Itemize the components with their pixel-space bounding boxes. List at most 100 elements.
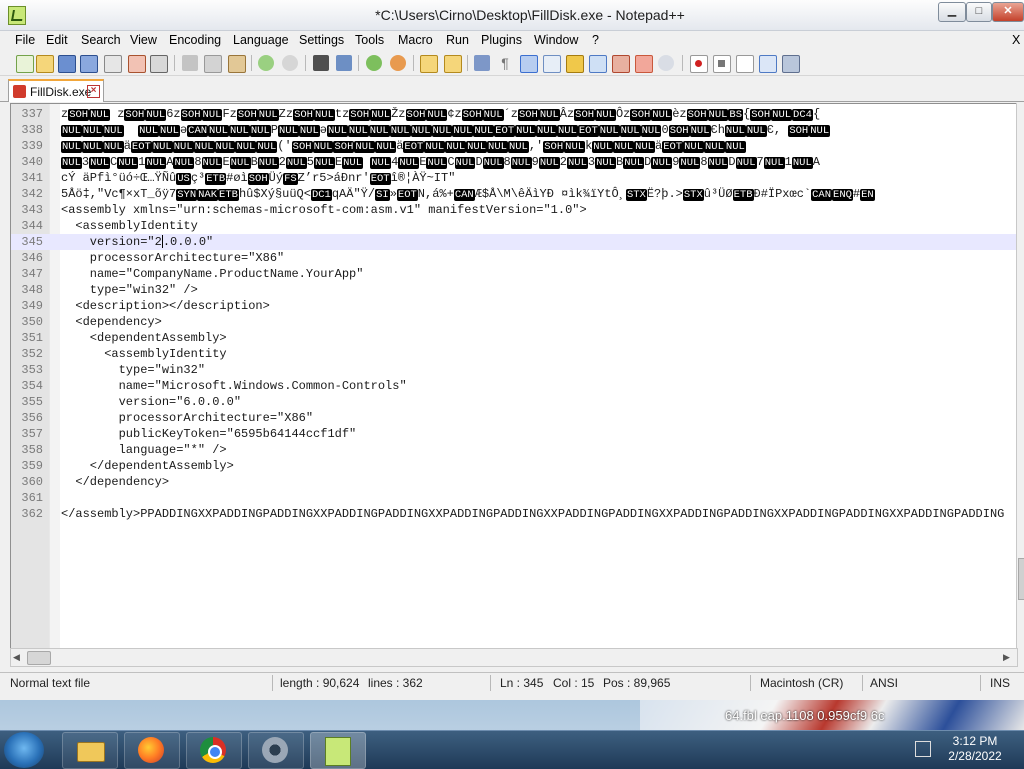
menu-view[interactable]: View: [130, 33, 157, 47]
line-text[interactable]: version="2.0.0.0": [61, 234, 213, 250]
line-text[interactable]: zSOH NUL zSOH NUL6zSOH NULFzSOH NULZzSOH NULt…: [61, 106, 820, 123]
redo-icon[interactable]: [282, 55, 298, 71]
code-line[interactable]: 344 <assemblyIdentity: [11, 218, 1017, 234]
code-line[interactable]: 342 5Åö‡,"Vc¶×xT_õÿ7SYN NAK ETBhû$Xý§uüQ<DC…: [11, 186, 1017, 202]
folder-as-workspace-icon[interactable]: [589, 55, 607, 73]
code-line[interactable]: 361: [11, 490, 1017, 506]
line-text[interactable]: <assembly xmlns="urn:schemas-microsoft-c…: [61, 202, 587, 218]
close-all-icon[interactable]: [128, 55, 146, 73]
line-text[interactable]: version="6.0.0.0": [61, 394, 241, 410]
firefox-icon[interactable]: [124, 732, 180, 769]
undo-icon[interactable]: [258, 55, 274, 71]
line-text[interactable]: 5Åö‡,"Vc¶×xT_õÿ7SYN NAK ETBhû$Xý§uüQ<DC1qA…: [61, 186, 875, 203]
code-line[interactable]: 337 zSOH NUL zSOH NUL6zSOH NULFzSOH NULZzSOH N…: [11, 106, 1017, 122]
line-text[interactable]: <dependentAssembly>: [61, 330, 227, 346]
line-text[interactable]: <assemblyIdentity: [61, 346, 226, 362]
copy-icon[interactable]: [204, 55, 222, 73]
line-text[interactable]: publicKeyToken="6595b64144ccf1df": [61, 426, 357, 442]
line-text[interactable]: cÝ äPfì°üó÷Œ…ŸÑûUSç³ETB#øìSOHÜýFSZ’r5>áÐ…: [61, 170, 455, 187]
line-text[interactable]: type="win32": [61, 362, 205, 378]
save-all-icon[interactable]: [80, 55, 98, 73]
close-button[interactable]: ✕: [992, 2, 1024, 22]
title-bar[interactable]: *C:\Users\Cirno\Desktop\FillDisk.exe - N…: [0, 0, 1024, 31]
code-line[interactable]: 346 processorArchitecture="X86": [11, 250, 1017, 266]
code-line[interactable]: 356 processorArchitecture="X86": [11, 410, 1017, 426]
find-icon[interactable]: [313, 55, 329, 71]
save-icon[interactable]: [58, 55, 76, 73]
sync-horizontal-icon[interactable]: [444, 55, 462, 73]
text-editor[interactable]: 337 zSOH NUL zSOH NUL6zSOH NULFzSOH NULZzSOH N…: [10, 103, 1018, 650]
file-explorer-icon[interactable]: [62, 732, 118, 769]
menu-macro[interactable]: Macro: [398, 33, 433, 47]
indent-guide-icon[interactable]: [520, 55, 538, 73]
scroll-right-icon[interactable]: ▶: [1003, 651, 1015, 663]
menu-encoding[interactable]: Encoding: [169, 33, 221, 47]
line-text[interactable]: <description></description>: [61, 298, 269, 314]
line-text[interactable]: name="CompanyName.ProductName.YourApp": [61, 266, 364, 282]
code-line[interactable]: 339 NUL NUL NULäEOT NUL NUL NUL NUL NUL NUL('SOH N…: [11, 138, 1017, 154]
function-list-icon[interactable]: [566, 55, 584, 73]
paste-icon[interactable]: [228, 55, 246, 73]
tab-close-icon[interactable]: ×: [87, 85, 100, 98]
line-text[interactable]: NUL3NULCNUL1NULANUL8NULENULBNUL2NUL5NULE…: [61, 154, 820, 171]
code-line[interactable]: 343 <assembly xmlns="urn:schemas-microsof…: [11, 202, 1017, 218]
save-macro-icon[interactable]: [782, 55, 800, 73]
menu-file[interactable]: File: [15, 33, 35, 47]
notepad-plus-plus-taskbar-icon[interactable]: [310, 732, 366, 769]
vertical-scrollbar[interactable]: [1016, 103, 1024, 648]
menu-tools[interactable]: Tools: [355, 33, 384, 47]
line-text[interactable]: processorArchitecture="X86": [61, 410, 313, 426]
zoom-in-icon[interactable]: [366, 55, 382, 71]
menu-run[interactable]: Run: [446, 33, 469, 47]
line-text[interactable]: </dependentAssembly>: [61, 458, 234, 474]
cut-icon[interactable]: [182, 55, 198, 71]
line-text[interactable]: </assembly>PPADDINGXXPADDINGPADDINGXXPAD…: [61, 506, 1004, 522]
system-clock[interactable]: 3:12 PM 2/28/2022: [945, 734, 1005, 764]
scroll-left-icon[interactable]: ◀: [13, 651, 25, 663]
line-text[interactable]: <assemblyIdentity: [61, 218, 197, 234]
current-line[interactable]: 345 version="2.0.0.0": [11, 234, 1017, 250]
code-line[interactable]: 358 language="*" />: [11, 442, 1017, 458]
replace-icon[interactable]: [336, 55, 352, 71]
code-line[interactable]: 347 name="CompanyName.ProductName.YourAp…: [11, 266, 1017, 282]
code-line[interactable]: 352 <assemblyIdentity: [11, 346, 1017, 362]
line-text[interactable]: name="Microsoft.Windows.Common-Controls": [61, 378, 407, 394]
menu-window[interactable]: Window: [534, 33, 578, 47]
code-line[interactable]: 349 <description></description>: [11, 298, 1017, 314]
zoom-out-icon[interactable]: [390, 55, 406, 71]
word-wrap-icon[interactable]: [474, 55, 490, 71]
code-line[interactable]: 360 </dependency>: [11, 474, 1017, 490]
code-line[interactable]: 355 version="6.0.0.0": [11, 394, 1017, 410]
close-all-but-icon[interactable]: [635, 55, 653, 73]
network-icon[interactable]: [915, 741, 931, 757]
menu-settings[interactable]: Settings: [299, 33, 344, 47]
menu-edit[interactable]: Edit: [46, 33, 68, 47]
code-line[interactable]: 353 type="win32": [11, 362, 1017, 378]
vertical-scroll-thumb[interactable]: [1018, 558, 1024, 600]
chrome-icon[interactable]: [186, 732, 242, 769]
line-text[interactable]: <dependency>: [61, 314, 161, 330]
tab-filldisk-exe[interactable]: FillDisk.exe ×: [8, 79, 104, 102]
windows-start-icon[interactable]: [4, 732, 44, 768]
line-text[interactable]: </dependency>: [61, 474, 169, 490]
play-macro-icon[interactable]: [736, 55, 754, 73]
view-icon[interactable]: [658, 55, 674, 71]
code-line[interactable]: 354 name="Microsoft.Windows.Common-Contr…: [11, 378, 1017, 394]
code-line[interactable]: 341 cÝ äPfì°üó÷Œ…ŸÑûUSç³ETB#øìSOHÜýFSZ’r5…: [11, 170, 1017, 186]
horizontal-scroll-thumb[interactable]: [27, 651, 51, 665]
close-icon[interactable]: [104, 55, 122, 73]
menu-language[interactable]: Language: [233, 33, 289, 47]
menu-help[interactable]: ?: [592, 33, 599, 47]
settings-icon[interactable]: [248, 732, 304, 769]
minimize-button[interactable]: ▁: [938, 2, 966, 22]
record-macro-icon[interactable]: [690, 55, 708, 73]
line-text[interactable]: language="*" />: [61, 442, 227, 458]
line-text[interactable]: NUL NUL NULäEOT NUL NUL NUL NUL NUL NUL('SOH NUL S…: [61, 138, 746, 155]
line-text[interactable]: type="win32" />: [61, 282, 198, 298]
code-line[interactable]: 340 NUL3NULCNUL1NULANUL8NULENULBNUL2NUL5N…: [11, 154, 1017, 170]
menu-close-doc-icon[interactable]: X: [1012, 33, 1020, 47]
maximize-button[interactable]: □: [966, 2, 992, 22]
show-all-chars-icon[interactable]: ¶: [497, 55, 513, 71]
code-line[interactable]: 338 NUL NUL NUL NUL NULәCAN NUL NUL NULPNUL NULә…: [11, 122, 1017, 138]
sync-vertical-icon[interactable]: [420, 55, 438, 73]
